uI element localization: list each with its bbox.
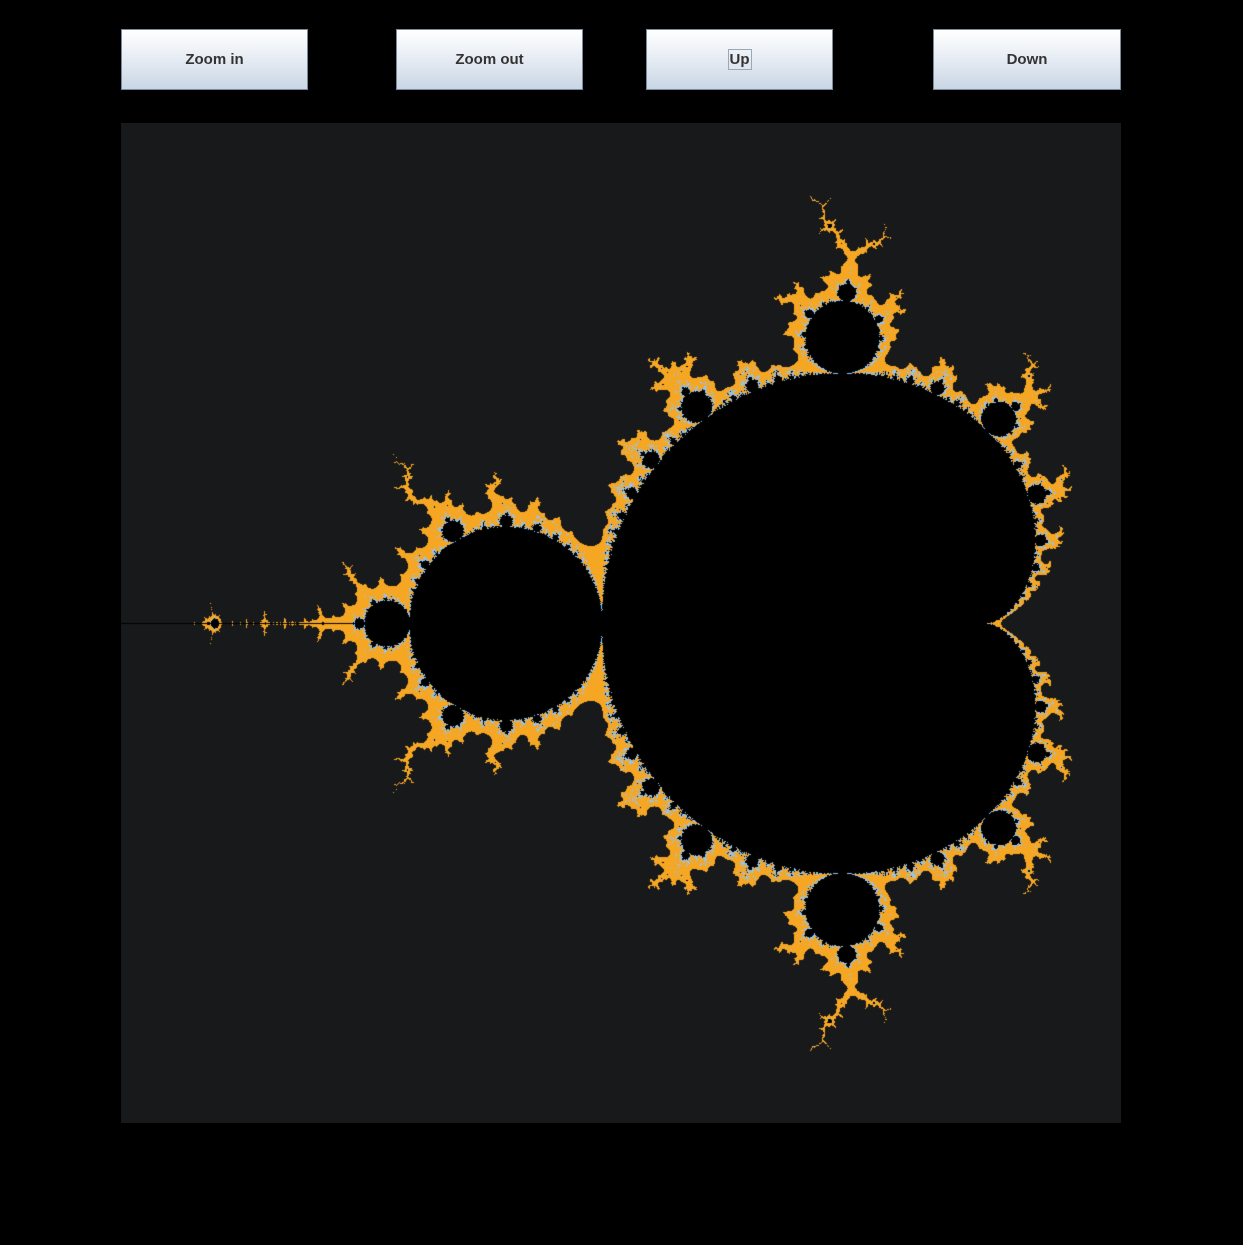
zoom-in-button[interactable]: Zoom in [121,29,308,90]
zoom-in-label: Zoom in [185,51,244,68]
up-button[interactable]: Up [646,29,833,90]
zoom-out-label: Zoom out [455,51,524,68]
down-label: Down [1006,51,1048,68]
fractal-canvas-panel[interactable] [121,123,1121,1123]
mandelbrot-app-window: Zoom in Zoom out Up Down [0,0,1243,1245]
up-label: Up [727,49,752,70]
mandelbrot-canvas[interactable] [121,123,1121,1123]
zoom-out-button[interactable]: Zoom out [396,29,583,90]
down-button[interactable]: Down [933,29,1121,90]
